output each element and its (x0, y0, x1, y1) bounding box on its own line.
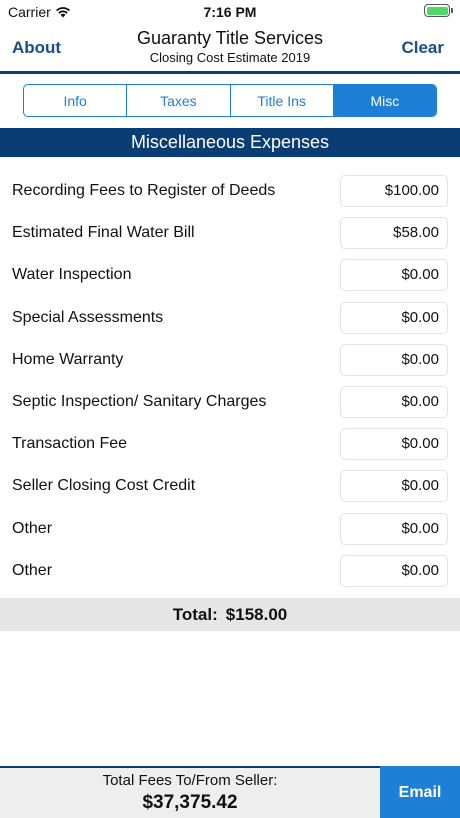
expense-row: Estimated Final Water Bill $58.00 (0, 214, 460, 256)
expense-label: Transaction Fee (12, 435, 128, 453)
expense-amount-field[interactable]: $100.00 (340, 175, 448, 207)
expense-amount-field[interactable]: $0.00 (340, 512, 448, 545)
email-button[interactable]: Email (380, 766, 460, 818)
expense-label: Recording Fees to Register of Deeds (12, 182, 276, 199)
expense-amount-field[interactable]: $58.00 (340, 217, 448, 250)
navigation-bar: About Guaranty Title Services Closing Co… (0, 24, 460, 72)
footer-amount: $37,375.42 (142, 792, 238, 813)
expense-row: Transaction Fee $0.00 (0, 425, 460, 467)
expense-amount-field[interactable]: $0.00 (340, 470, 448, 503)
expense-list: Recording Fees to Register of Deeds $100… (0, 172, 460, 594)
app-title: Guaranty Title Services (136, 28, 324, 48)
tab-segmented-control: Info Taxes Title Ins Misc (23, 84, 437, 117)
nav-divider (0, 71, 460, 74)
footer: Total Fees To/From Seller: $37,375.42 Em… (0, 766, 460, 818)
tab-title-ins[interactable]: Title Ins (231, 85, 334, 116)
expense-amount-field[interactable]: $0.00 (340, 343, 448, 376)
expense-label: Septic Inspection/ Sanitary Charges (12, 392, 267, 410)
expense-label: Home Warranty (12, 350, 124, 368)
status-time: 7:16 PM (203, 4, 257, 20)
expense-label: Estimated Final Water Bill (12, 224, 195, 242)
expense-row: Home Warranty $0.00 (0, 341, 460, 383)
expense-amount-field[interactable]: $0.00 (340, 428, 448, 461)
expense-row: Special Assessments $0.00 (0, 299, 460, 341)
expense-row: Seller Closing Cost Credit $0.00 (0, 467, 460, 509)
footer-label: Total Fees To/From Seller: (102, 772, 278, 789)
tab-misc[interactable]: Misc (333, 85, 436, 116)
tab-info[interactable]: Info (24, 85, 128, 116)
total-bar: Total: $158.00 (0, 598, 460, 631)
expense-row: Other $0.00 (0, 510, 460, 552)
status-bar: Carrier 7:16 PM (0, 0, 460, 24)
battery-icon (424, 4, 453, 17)
expense-amount-field[interactable]: $0.00 (340, 259, 448, 292)
expense-amount-field[interactable]: $0.00 (340, 385, 448, 418)
expense-amount-field[interactable]: $0.00 (340, 301, 448, 334)
expense-row: Other $0.00 (0, 552, 460, 594)
tab-taxes[interactable]: Taxes (127, 85, 231, 116)
expense-label: Other (12, 561, 53, 579)
expense-row: Water Inspection $0.00 (0, 256, 460, 298)
expense-label: Seller Closing Cost Credit (12, 477, 196, 495)
expense-label: Special Assessments (12, 308, 164, 326)
expense-amount-field[interactable]: $0.00 (340, 554, 448, 587)
expense-row: Septic Inspection/ Sanitary Charges $0.0… (0, 383, 460, 425)
app-subtitle: Closing Cost Estimate 2019 (149, 50, 311, 65)
expense-label: Other (12, 519, 53, 537)
total-value: $158.00 (225, 604, 288, 624)
clear-button[interactable]: Clear (401, 38, 444, 58)
section-header: Miscellaneous Expenses (0, 128, 460, 157)
expense-label: Water Inspection (12, 266, 132, 284)
expense-row: Recording Fees to Register of Deeds $100… (0, 172, 460, 214)
total-label: Total: (172, 604, 218, 624)
